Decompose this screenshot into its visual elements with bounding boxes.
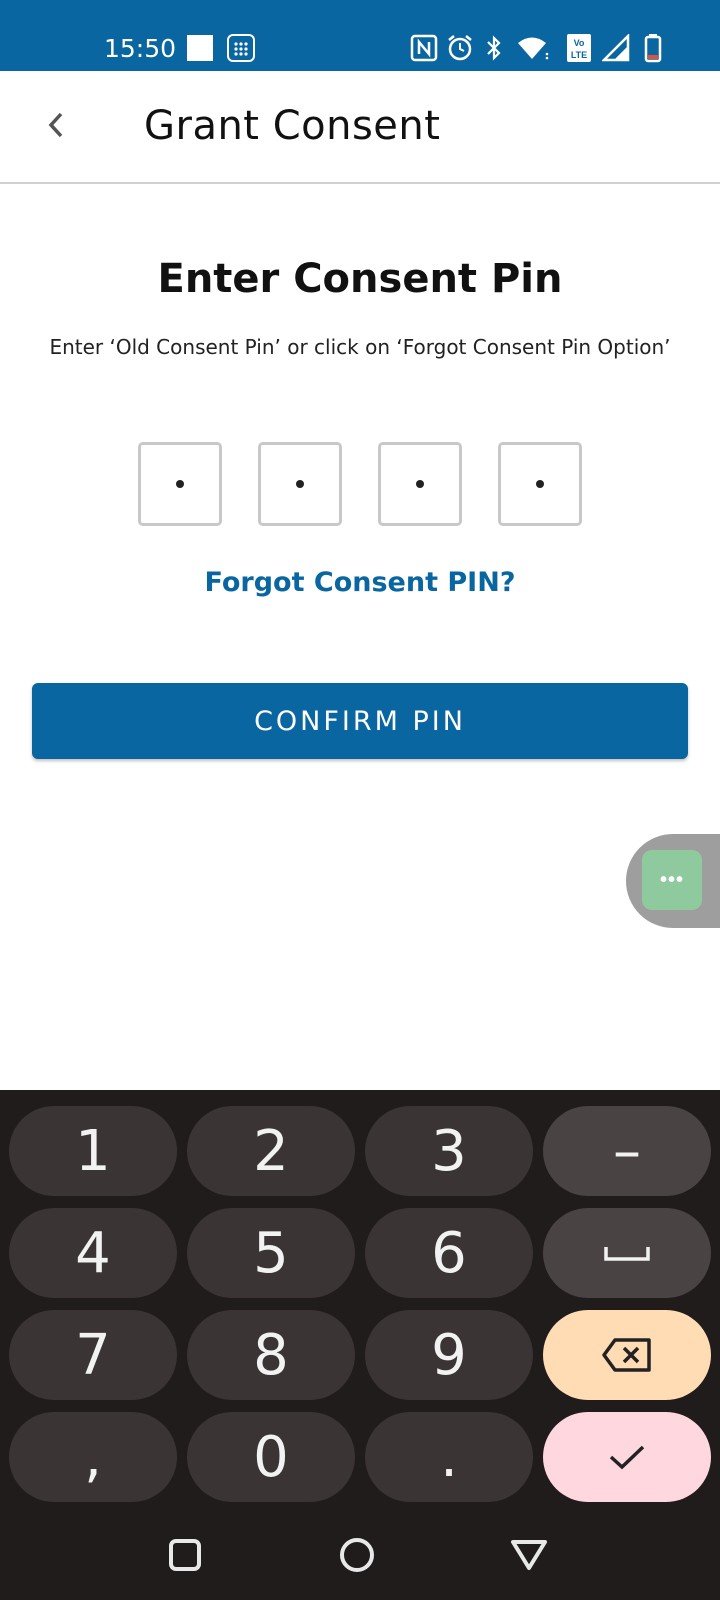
key-0[interactable]: 0 <box>187 1412 355 1502</box>
volte-icon: Vo LTE <box>566 34 592 62</box>
pin-dot <box>296 480 304 488</box>
status-bar: 15:50 Vo LTE <box>0 0 720 71</box>
forgot-pin-link[interactable]: Forgot Consent PIN? <box>0 567 720 598</box>
key-comma[interactable]: , <box>9 1412 177 1502</box>
pin-input-group <box>0 442 720 526</box>
pin-heading: Enter Consent Pin <box>157 256 563 302</box>
key-space[interactable] <box>543 1208 711 1298</box>
signal-icon <box>602 34 630 62</box>
pin-dot <box>176 480 184 488</box>
key-1[interactable]: 1 <box>9 1106 177 1196</box>
recents-button[interactable] <box>160 1530 210 1580</box>
key-6[interactable]: 6 <box>365 1208 533 1298</box>
svg-text:Vo: Vo <box>574 38 585 48</box>
pin-digit-3[interactable] <box>378 442 462 526</box>
key-9[interactable]: 9 <box>365 1310 533 1400</box>
back-triangle-icon <box>511 1540 547 1570</box>
key-7[interactable]: 7 <box>9 1310 177 1400</box>
key-8[interactable]: 8 <box>187 1310 355 1400</box>
key-3[interactable]: 3 <box>365 1106 533 1196</box>
floating-assistant-bubble[interactable]: ••• <box>626 834 720 928</box>
alarm-icon <box>446 35 474 61</box>
key-2[interactable]: 2 <box>187 1106 355 1196</box>
checkmark-icon <box>609 1445 645 1470</box>
battery-icon <box>644 34 662 63</box>
backspace-icon <box>602 1338 651 1372</box>
recents-square-icon <box>169 1539 201 1571</box>
bluetooth-icon <box>484 35 504 61</box>
pin-instructions: Enter ‘Old Consent Pin’ or click on ‘For… <box>49 335 671 359</box>
square-icon <box>186 35 214 61</box>
app-bar: Grant Consent <box>0 71 720 184</box>
key-minus[interactable]: – <box>543 1106 711 1196</box>
pin-digit-1[interactable] <box>138 442 222 526</box>
status-time: 15:50 <box>104 34 177 63</box>
home-circle-icon <box>340 1538 374 1572</box>
system-nav-bar <box>0 1510 720 1600</box>
pin-dot <box>536 480 544 488</box>
confirm-pin-button[interactable]: CONFIRM PIN <box>32 683 688 759</box>
key-5[interactable]: 5 <box>187 1208 355 1298</box>
back-button[interactable] <box>32 101 80 149</box>
svg-text:LTE: LTE <box>571 50 587 60</box>
dialpad-icon <box>226 34 256 62</box>
wifi-icon <box>516 35 550 61</box>
key-done[interactable] <box>543 1412 711 1502</box>
chevron-left-icon <box>48 112 63 138</box>
key-4[interactable]: 4 <box>9 1208 177 1298</box>
space-bar-icon <box>604 1247 650 1261</box>
pin-digit-4[interactable] <box>498 442 582 526</box>
key-period[interactable]: . <box>365 1412 533 1502</box>
nfc-icon <box>410 34 438 62</box>
more-dots-icon[interactable]: ••• <box>642 850 702 910</box>
pin-digit-2[interactable] <box>258 442 342 526</box>
pin-dot <box>416 480 424 488</box>
key-backspace[interactable] <box>543 1310 711 1400</box>
page-title: Grant Consent <box>144 103 441 149</box>
nav-back-button[interactable] <box>504 1530 554 1580</box>
home-button[interactable] <box>332 1530 382 1580</box>
